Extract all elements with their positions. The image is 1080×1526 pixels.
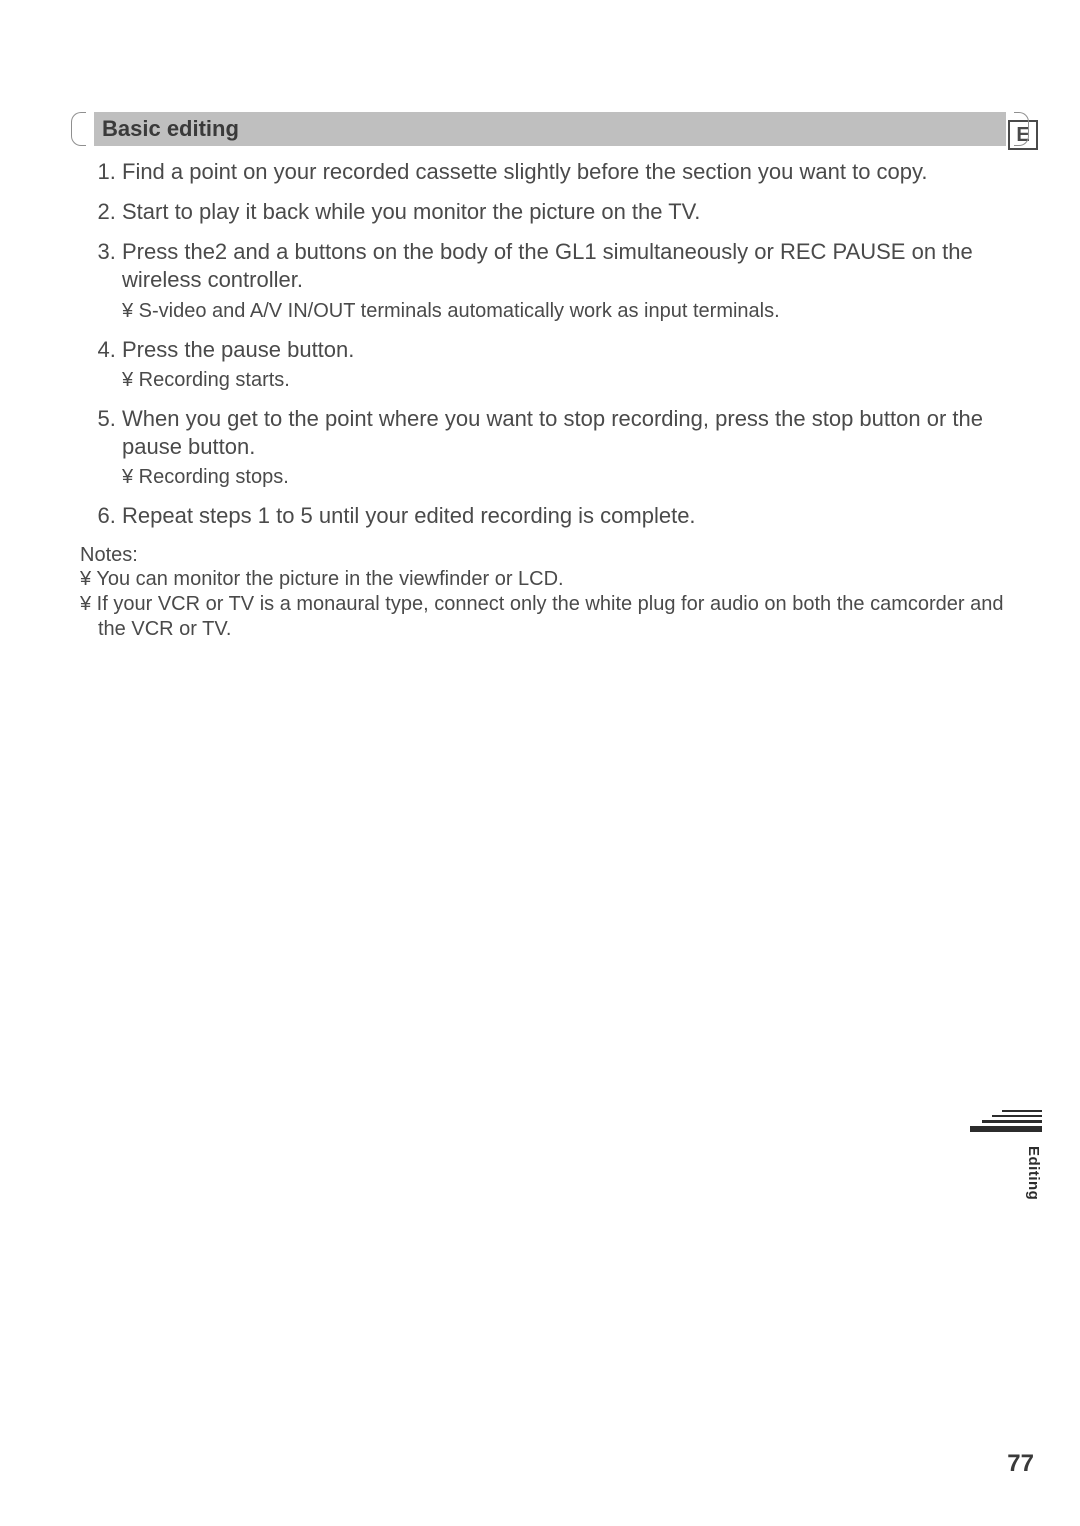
page: E Basic editing Find a point on your rec…	[0, 0, 1080, 1526]
step-text: When you get to the point where you want…	[122, 406, 983, 459]
list-item: Find a point on your recorded cassette s…	[122, 158, 1020, 186]
step-text: Start to play it back while you monitor …	[122, 199, 700, 224]
note-line: ¥ You can monitor the picture in the vie…	[80, 567, 1020, 592]
section-title-wrap: Basic editing	[80, 112, 1020, 146]
notes-heading: Notes:	[80, 544, 1020, 567]
list-item: Press the2 and a buttons on the body of …	[122, 238, 1020, 323]
step-text: Repeat steps 1 to 5 until your edited re…	[122, 503, 696, 528]
side-tab: Editing	[970, 1110, 1042, 1200]
note-line: ¥ If your VCR or TV is a monaural type, …	[80, 592, 1020, 642]
list-item: Repeat steps 1 to 5 until your edited re…	[122, 502, 1020, 530]
list-item: Start to play it back while you monitor …	[122, 198, 1020, 226]
step-sub: ¥ Recording starts.	[122, 368, 1020, 393]
side-label: Editing	[1025, 1146, 1042, 1200]
side-bars-icon	[970, 1110, 1042, 1132]
list-item: Press the pause button. ¥ Recording star…	[122, 336, 1020, 393]
step-text: Press the pause button.	[122, 337, 354, 362]
step-sub: ¥ S-video and A/V IN/OUT terminals autom…	[122, 299, 1020, 324]
steps-list: Find a point on your recorded cassette s…	[80, 158, 1020, 530]
section-title: Basic editing	[94, 112, 1006, 146]
list-item: When you get to the point where you want…	[122, 405, 1020, 490]
step-text: Find a point on your recorded cassette s…	[122, 159, 928, 184]
step-sub: ¥ Recording stops.	[122, 465, 1020, 490]
step-text: Press the2 and a buttons on the body of …	[122, 239, 973, 292]
page-number: 77	[1007, 1450, 1034, 1478]
